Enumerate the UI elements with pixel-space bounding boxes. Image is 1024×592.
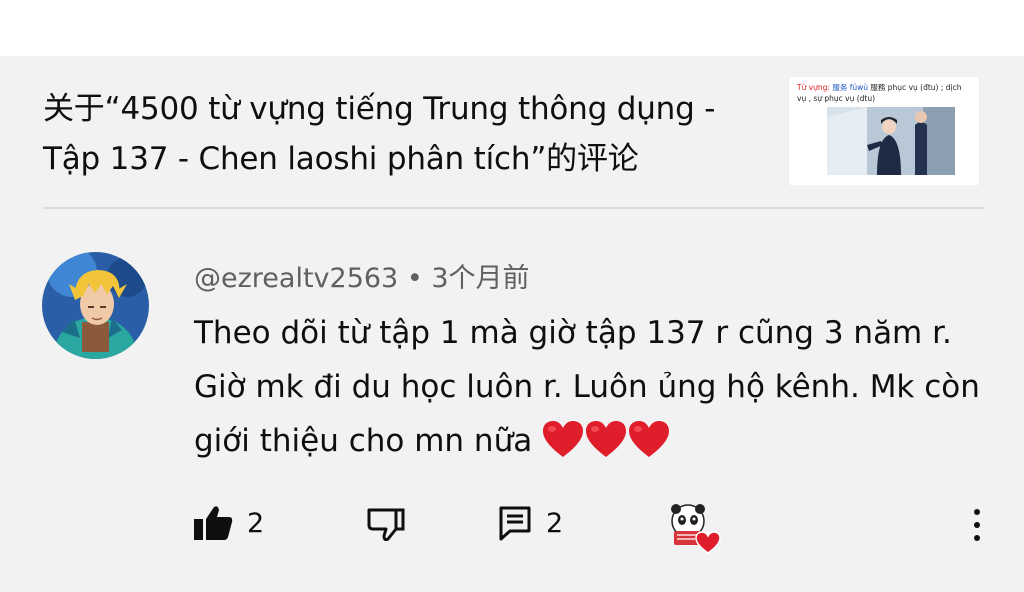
more-vert-icon xyxy=(974,509,980,515)
thumbnail-photo xyxy=(827,107,955,175)
comment-meta: @ezrealtv2563 • 3个月前 xyxy=(194,260,530,298)
creator-heart-badge xyxy=(668,503,724,555)
like-count: 2 xyxy=(247,507,265,539)
reply-button[interactable]: 2 xyxy=(498,503,563,543)
comment-body: Theo dõi từ tập 1 mà giờ tập 137 r cũng … xyxy=(194,306,994,476)
dislike-button[interactable] xyxy=(366,503,406,543)
more-options-button[interactable] xyxy=(962,505,992,545)
comment-author[interactable]: @ezrealtv2563 xyxy=(194,263,398,294)
hearts-emoji xyxy=(542,419,670,476)
thumbs-down-icon xyxy=(367,508,405,541)
comments-header-title: 关于“4500 từ vựng tiếng Trung thông dụng -… xyxy=(43,91,716,177)
reply-count: 2 xyxy=(546,507,564,539)
video-thumbnail[interactable]: Từ vựng: 服务 fúwù 服務 phục vụ (đtu) ; dịch… xyxy=(789,77,979,185)
reply-icon xyxy=(499,506,531,541)
status-bar-area xyxy=(0,0,1024,56)
meta-separator: • xyxy=(398,263,432,294)
like-button[interactable]: 2 xyxy=(193,503,264,543)
thumbs-up-icon xyxy=(194,506,233,540)
comment-time: 3个月前 xyxy=(431,263,530,294)
avatar[interactable] xyxy=(42,252,149,359)
thumbnail-caption: Từ vựng: 服务 fúwù 服務 phục vụ (đtu) ; dịch… xyxy=(797,83,962,103)
creator-heart-icon xyxy=(671,504,721,554)
header-divider xyxy=(43,207,984,209)
